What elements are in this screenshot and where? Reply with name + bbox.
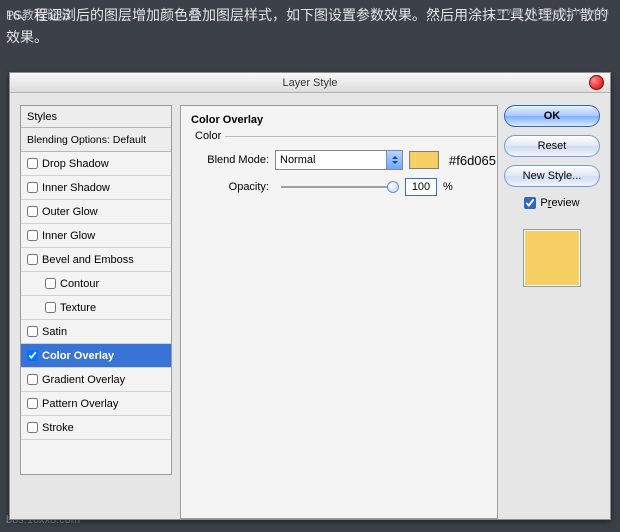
- select-arrow-icon: [386, 151, 402, 169]
- style-item-inner-glow[interactable]: Inner Glow: [21, 224, 171, 248]
- style-checkbox[interactable]: [27, 374, 38, 385]
- style-item-pattern-overlay[interactable]: Pattern Overlay: [21, 392, 171, 416]
- styles-header[interactable]: Styles: [21, 106, 171, 128]
- opacity-slider[interactable]: [281, 186, 393, 188]
- blending-options-row[interactable]: Blending Options: Default: [21, 128, 171, 152]
- color-swatch[interactable]: [409, 151, 439, 169]
- preview-label: Preview: [540, 197, 579, 209]
- opacity-label: Opacity:: [191, 181, 269, 193]
- dialog-body: Styles Blending Options: Default Drop Sh…: [10, 93, 610, 519]
- opacity-input[interactable]: [405, 178, 437, 196]
- ok-button[interactable]: OK: [504, 105, 600, 127]
- style-checkbox[interactable]: [27, 350, 38, 361]
- style-item-bevel-and-emboss[interactable]: Bevel and Emboss: [21, 248, 171, 272]
- blend-mode-label: Blend Mode:: [191, 154, 269, 166]
- color-overlay-panel: Color Overlay Color Blend Mode: Normal #…: [180, 105, 498, 519]
- style-item-stroke[interactable]: Stroke: [21, 416, 171, 440]
- blend-mode-value: Normal: [280, 154, 315, 166]
- style-label: Pattern Overlay: [42, 392, 118, 416]
- style-checkbox[interactable]: [45, 302, 56, 313]
- styles-list-panel: Styles Blending Options: Default Drop Sh…: [20, 105, 172, 475]
- style-label: Bevel and Emboss: [42, 248, 134, 272]
- style-checkbox[interactable]: [27, 422, 38, 433]
- watermark-top-left: PS教程论坛: [6, 6, 70, 23]
- style-checkbox[interactable]: [27, 398, 38, 409]
- section-title: Color Overlay: [191, 114, 487, 130]
- style-label: Inner Glow: [42, 224, 95, 248]
- style-checkbox[interactable]: [45, 278, 56, 289]
- color-fieldset: Color Blend Mode: Normal #f6d065 Opacity…: [191, 130, 496, 204]
- style-item-outer-glow[interactable]: Outer Glow: [21, 200, 171, 224]
- style-checkbox[interactable]: [27, 230, 38, 241]
- style-item-inner-shadow[interactable]: Inner Shadow: [21, 176, 171, 200]
- preview-checkbox[interactable]: [524, 197, 536, 209]
- style-item-color-overlay[interactable]: Color Overlay: [21, 344, 171, 368]
- style-label: Outer Glow: [42, 200, 98, 224]
- style-checkbox[interactable]: [27, 182, 38, 193]
- color-hex-value: #f6d065: [449, 153, 496, 168]
- style-label: Stroke: [42, 416, 74, 440]
- style-checkbox[interactable]: [27, 158, 38, 169]
- style-item-gradient-overlay[interactable]: Gradient Overlay: [21, 368, 171, 392]
- new-style-button[interactable]: New Style...: [504, 165, 600, 187]
- dialog-title: Layer Style: [10, 73, 610, 93]
- color-subtitle: Color: [191, 130, 225, 142]
- close-button[interactable]: [589, 75, 604, 90]
- style-label: Inner Shadow: [42, 176, 110, 200]
- preview-row[interactable]: Preview: [504, 197, 600, 209]
- style-checkbox[interactable]: [27, 206, 38, 217]
- style-item-drop-shadow[interactable]: Drop Shadow: [21, 152, 171, 176]
- opacity-slider-thumb[interactable]: [387, 181, 399, 193]
- style-checkbox[interactable]: [27, 326, 38, 337]
- layer-style-dialog: Layer Style Styles Blending Options: Def…: [9, 72, 611, 520]
- style-label: Color Overlay: [42, 344, 114, 368]
- style-label: Gradient Overlay: [42, 368, 125, 392]
- opacity-unit: %: [443, 181, 453, 193]
- reset-button[interactable]: Reset: [504, 135, 600, 157]
- style-item-satin[interactable]: Satin: [21, 320, 171, 344]
- style-label: Contour: [60, 272, 99, 296]
- watermark-top-right: www.missyuan.com: [497, 6, 610, 18]
- style-label: Drop Shadow: [42, 152, 109, 176]
- style-label: Texture: [60, 296, 96, 320]
- style-item-contour[interactable]: Contour: [21, 272, 171, 296]
- style-label: Satin: [42, 320, 67, 344]
- preview-swatch: [523, 229, 581, 287]
- blend-mode-select[interactable]: Normal: [275, 150, 403, 170]
- dialog-titlebar[interactable]: Layer Style: [10, 73, 610, 93]
- style-checkbox[interactable]: [27, 254, 38, 265]
- style-item-texture[interactable]: Texture: [21, 296, 171, 320]
- right-button-panel: OK Reset New Style... Preview: [504, 105, 600, 287]
